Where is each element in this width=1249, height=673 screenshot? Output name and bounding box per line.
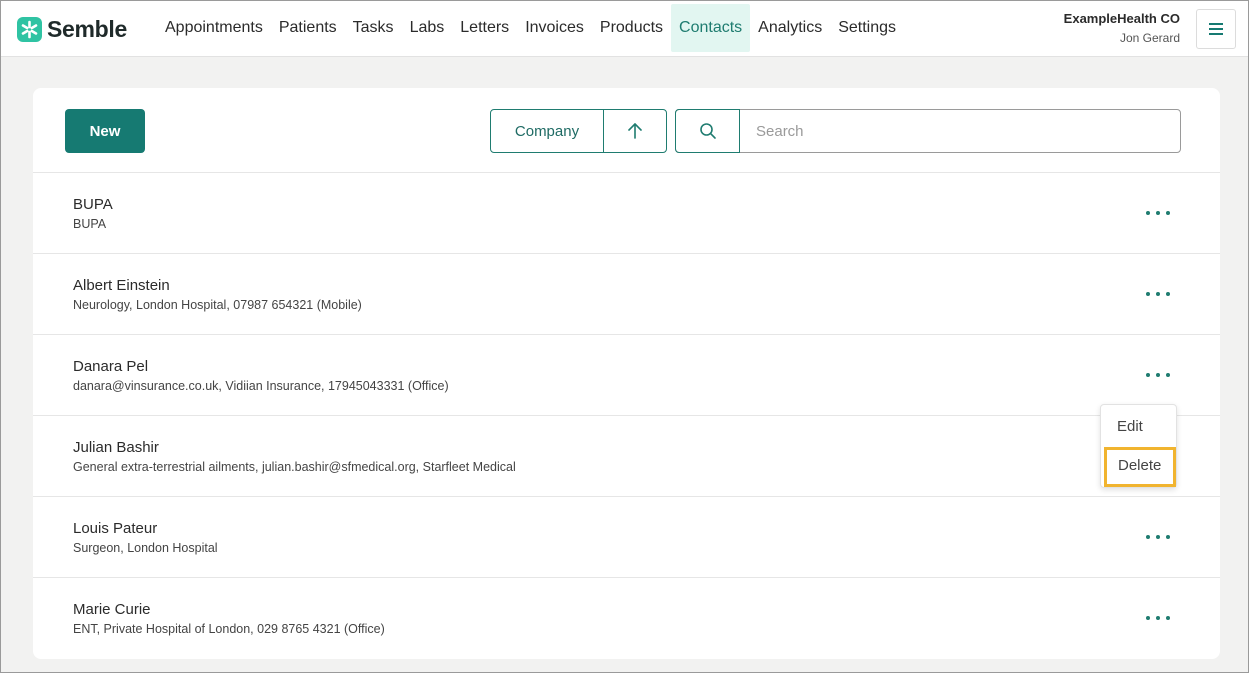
menu-item-edit[interactable]: Edit xyxy=(1117,418,1143,435)
contact-name: Danara Pel xyxy=(73,358,149,375)
nav-appointments[interactable]: Appointments xyxy=(157,4,271,52)
nav-labs[interactable]: Labs xyxy=(402,4,453,52)
contact-detail: danara@vinsurance.co.uk, Vidiian Insuran… xyxy=(73,379,449,393)
nav-contacts[interactable]: Contacts xyxy=(671,4,751,52)
nav-patients[interactable]: Patients xyxy=(271,4,345,52)
more-options-button[interactable] xyxy=(1146,203,1170,223)
arrow-up-icon xyxy=(628,123,642,139)
organization-name: ExampleHealth CO xyxy=(1063,11,1180,26)
hamburger-icon xyxy=(1209,23,1223,35)
sort-direction-button[interactable] xyxy=(604,110,666,152)
contact-detail: ENT, Private Hospital of London, 029 876… xyxy=(73,622,385,636)
search-input[interactable] xyxy=(740,110,1180,152)
contact-detail: Surgeon, London Hospital xyxy=(73,541,218,555)
more-dots-icon xyxy=(1146,616,1150,620)
nav-analytics[interactable]: Analytics xyxy=(750,4,830,52)
main-nav: Appointments Patients Tasks Labs Letters… xyxy=(157,4,904,52)
account-info: ExampleHealth CO Jon Gerard xyxy=(1064,11,1180,45)
nav-letters[interactable]: Letters xyxy=(452,4,517,52)
contact-row[interactable]: Julian Bashir General extra-terrestrial … xyxy=(33,416,1220,497)
search-icon xyxy=(699,123,716,139)
contact-row[interactable]: Marie Curie ENT, Private Hospital of Lon… xyxy=(33,578,1220,659)
more-dots-icon xyxy=(1146,535,1150,539)
contact-name: BUPA xyxy=(73,196,113,213)
nav-settings[interactable]: Settings xyxy=(830,4,904,52)
contacts-panel: New Company Search BUPA BUPA Albert Eins… xyxy=(33,88,1220,659)
contact-name: Marie Curie xyxy=(73,601,151,618)
more-dots-icon xyxy=(1146,211,1150,215)
menu-item-delete[interactable]: Delete xyxy=(1104,447,1176,487)
main-menu-button[interactable] xyxy=(1196,9,1236,49)
more-dots-icon xyxy=(1146,292,1150,296)
new-contact-button[interactable]: New xyxy=(65,109,145,153)
contact-row[interactable]: Danara Pel danara@vinsurance.co.uk, Vidi… xyxy=(33,335,1220,416)
semble-logo[interactable]: Semble xyxy=(17,16,127,42)
contact-row[interactable]: Albert Einstein Neurology, London Hospit… xyxy=(33,254,1220,335)
contacts-toolbar: New Company xyxy=(33,88,1220,173)
contact-detail: BUPA xyxy=(73,217,107,231)
contact-name: Julian Bashir xyxy=(73,439,159,456)
more-options-button[interactable] xyxy=(1146,365,1170,385)
contact-row[interactable]: Louis Pateur Surgeon, London Hospital xyxy=(33,497,1220,578)
more-options-button[interactable] xyxy=(1146,527,1170,547)
user-name: Jon Gerard xyxy=(1119,31,1180,45)
search-button[interactable] xyxy=(675,109,740,153)
sort-field-button[interactable]: Company xyxy=(491,110,604,152)
nav-invoices[interactable]: Invoices xyxy=(517,4,592,52)
more-options-button[interactable] xyxy=(1146,284,1170,304)
sort-control: Company xyxy=(490,109,667,153)
top-navigation-bar: Semble Appointments Patients Tasks Labs … xyxy=(1,1,1248,57)
contact-detail: General extra-terrestrial ailments, juli… xyxy=(73,460,516,474)
nav-products[interactable]: Products xyxy=(592,4,671,52)
contact-detail: Neurology, London Hospital, 07987 654321… xyxy=(73,298,362,312)
brand-name: Semble xyxy=(47,15,128,42)
menu-item-delete-label: Delete xyxy=(1118,457,1162,474)
semble-logo-icon xyxy=(17,16,42,42)
contact-name: Louis Pateur xyxy=(73,520,158,537)
more-options-button[interactable] xyxy=(1146,608,1170,628)
contact-name: Albert Einstein xyxy=(73,277,170,294)
nav-tasks[interactable]: Tasks xyxy=(345,4,402,52)
search-bar xyxy=(675,109,1181,153)
more-dots-icon xyxy=(1146,373,1150,377)
row-options-menu: Edit Delete xyxy=(1100,404,1177,488)
contact-row[interactable]: BUPA BUPA xyxy=(33,173,1220,254)
